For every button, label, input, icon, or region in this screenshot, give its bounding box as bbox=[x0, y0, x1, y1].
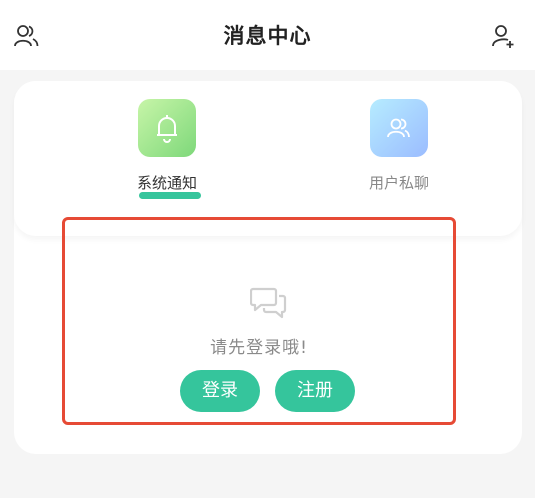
page-title: 消息中心 bbox=[223, 24, 312, 48]
login-required-message: 请先登录哦! bbox=[210, 338, 308, 358]
chat-bubbles-icon bbox=[250, 287, 287, 319]
users-icon bbox=[387, 118, 410, 138]
tab-user-chat[interactable]: 用户私聊 bbox=[339, 99, 459, 209]
bell-icon bbox=[157, 115, 177, 143]
add-user-icon[interactable] bbox=[489, 22, 517, 50]
register-button[interactable]: 注册 bbox=[275, 370, 355, 412]
notice-tile bbox=[138, 99, 196, 157]
top-bar: 消息中心 bbox=[0, 0, 535, 70]
tab-label-system-notice: 系统通知 bbox=[136, 174, 197, 192]
message-tabs: 系统通知 用户私聊 bbox=[14, 81, 522, 236]
tab-label-user-chat: 用户私聊 bbox=[368, 174, 429, 192]
tab-system-notice[interactable]: 系统通知 bbox=[107, 99, 227, 209]
active-tab-indicator bbox=[139, 192, 201, 199]
login-prompt: 请先登录哦! 登录 注册 bbox=[62, 217, 456, 425]
chat-tile bbox=[370, 99, 428, 157]
login-button[interactable]: 登录 bbox=[180, 370, 260, 412]
